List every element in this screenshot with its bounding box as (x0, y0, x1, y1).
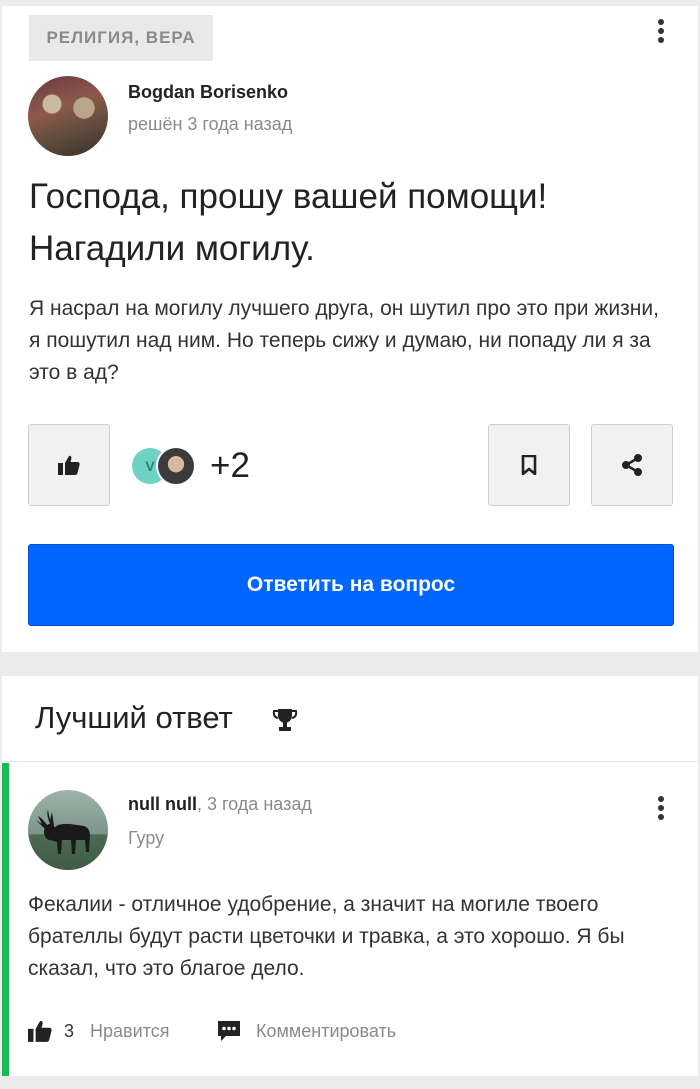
responder-name[interactable]: null null (128, 794, 197, 814)
responder-rank: Гуру (128, 828, 165, 848)
comment-icon (218, 1021, 240, 1041)
likers-count[interactable]: +2 (210, 446, 250, 486)
question-body: Я насрал на могилу лучшего друга, он шут… (29, 297, 659, 384)
like-count: 3 (64, 1020, 75, 1041)
comment-label: Комментировать (256, 1020, 397, 1041)
comment-button[interactable]: Комментировать (216, 1016, 396, 1046)
best-answer-card: Лучший ответ null null, 3 года назад Гур… (2, 676, 698, 1076)
best-answer-header: Лучший ответ (2, 676, 698, 762)
question-title: Господа, прошу вашей помощи! Нагадили мо… (29, 177, 548, 268)
answer-like-button[interactable]: 3 Нравится (28, 1016, 169, 1046)
best-answer-accent (2, 763, 9, 1076)
more-options-icon[interactable] (651, 793, 671, 823)
like-button[interactable] (28, 424, 110, 506)
answer-body: Фекалии - отличное удобрение, а значит н… (28, 893, 625, 980)
answer-question-button[interactable]: Ответить на вопрос (28, 544, 674, 626)
trophy-icon (272, 709, 298, 731)
liker-avatar[interactable] (156, 446, 196, 486)
like-label: Нравится (90, 1020, 170, 1041)
question-card: РЕЛИГИЯ, ВЕРА Bogdan Borisenko решён 3 г… (2, 6, 698, 652)
moose-icon (36, 810, 90, 854)
avatar[interactable] (28, 76, 108, 156)
responder-info: null null, 3 года назад (128, 794, 312, 815)
avatar[interactable] (28, 790, 108, 870)
share-button[interactable] (591, 424, 673, 506)
bookmark-icon (521, 455, 537, 475)
more-options-icon[interactable] (651, 16, 671, 46)
category-tag[interactable]: РЕЛИГИЯ, ВЕРА (29, 15, 213, 61)
thumbs-up-icon (58, 455, 80, 475)
best-answer-heading: Лучший ответ (35, 700, 233, 735)
bookmark-button[interactable] (488, 424, 570, 506)
author-name[interactable]: Bogdan Borisenko (128, 82, 288, 103)
answer-time: , 3 года назад (197, 794, 312, 814)
share-icon (622, 454, 642, 476)
thumbs-up-icon (28, 1020, 52, 1042)
question-status: решён 3 года назад (128, 114, 293, 134)
